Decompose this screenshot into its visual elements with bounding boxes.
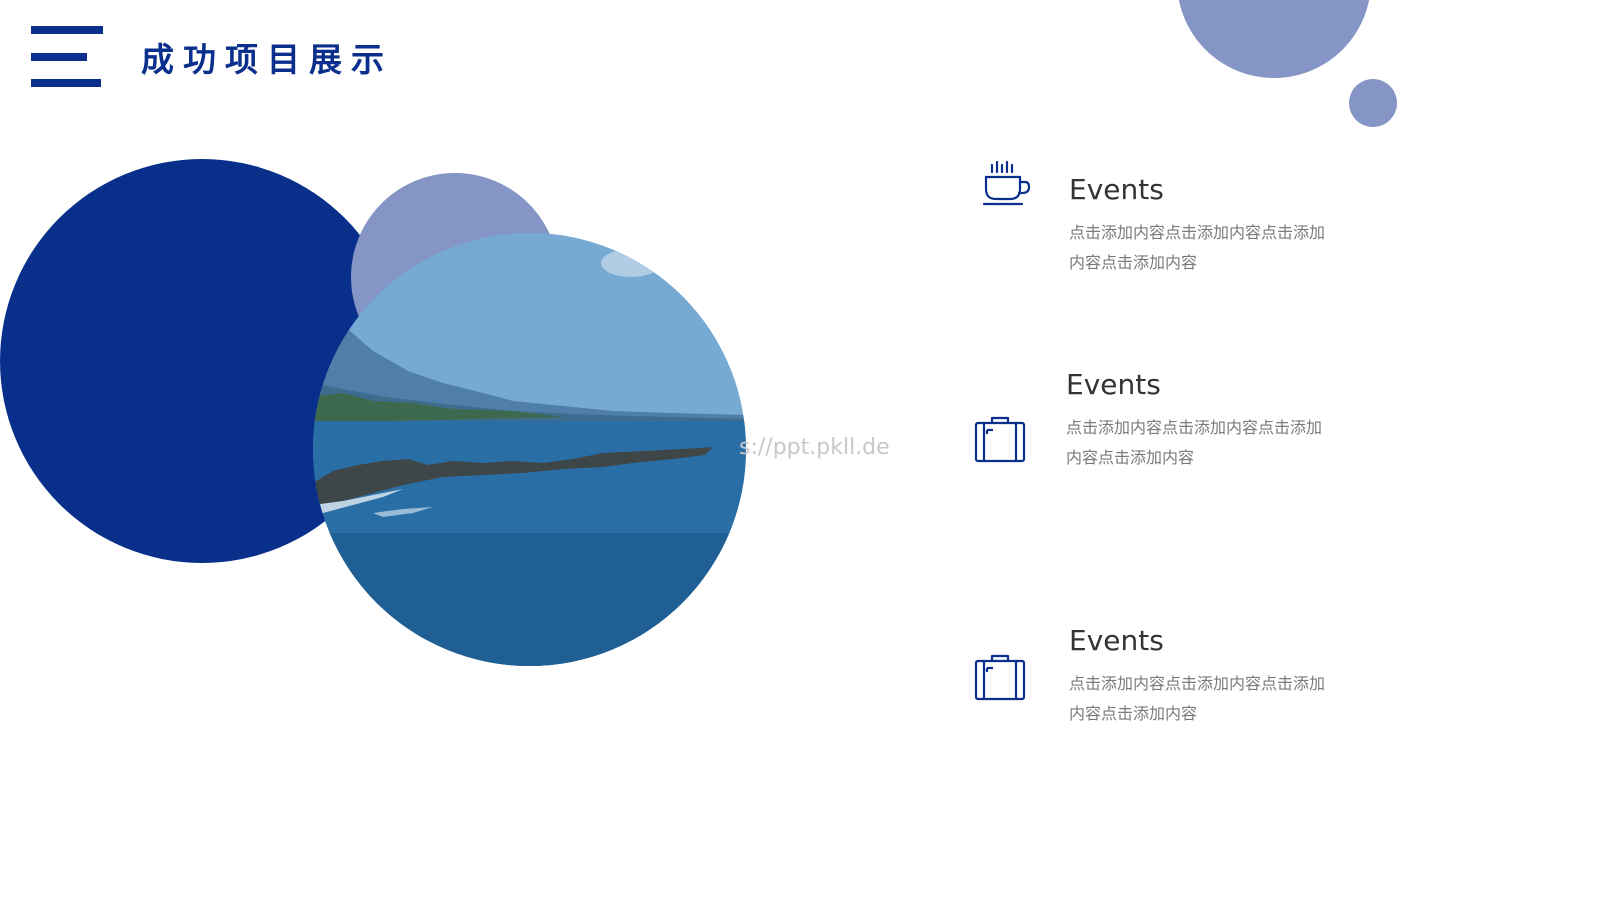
item-description: 点击添加内容点击添加内容点击添加内容点击添加内容	[1069, 674, 1326, 723]
list-item: Events 点击添加内容点击添加内容点击添加内容点击添加内容	[1066, 365, 1446, 473]
item-title: Events	[1066, 368, 1161, 401]
item-description: 点击添加内容点击添加内容点击添加内容点击添加内容	[1066, 418, 1323, 467]
page-title: 成功项目展示	[141, 40, 393, 79]
landscape-photo	[313, 233, 746, 666]
list-item: Events 点击添加内容点击添加内容点击添加内容点击添加内容	[1069, 621, 1449, 729]
coffee-cup-icon	[978, 159, 1032, 213]
item-description: 点击添加内容点击添加内容点击添加内容点击添加内容	[1069, 223, 1326, 272]
menu-line	[31, 53, 87, 61]
decorative-circle-large	[1177, 0, 1371, 78]
list-item: Events 点击添加内容点击添加内容点击添加内容点击添加内容	[1069, 170, 1449, 278]
menu-line	[31, 79, 101, 87]
watermark: s://ppt.pkll.de	[739, 435, 890, 460]
item-title: Events	[1069, 624, 1164, 657]
item-title: Events	[1069, 173, 1164, 206]
decorative-circle-small	[1349, 79, 1397, 127]
suitcase-icon	[973, 651, 1027, 705]
menu-line	[31, 26, 103, 34]
suitcase-icon	[973, 413, 1027, 467]
menu-icon[interactable]	[31, 26, 103, 88]
